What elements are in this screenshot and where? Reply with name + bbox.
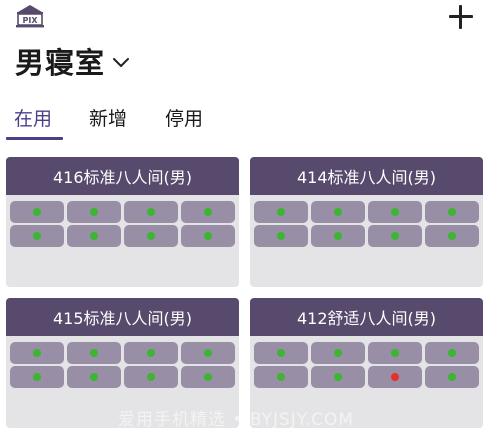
bed-slot[interactable] xyxy=(67,201,121,223)
bed-slot[interactable] xyxy=(254,366,308,388)
add-icon[interactable] xyxy=(446,2,476,32)
bed-slot[interactable] xyxy=(425,342,479,364)
chevron-down-icon xyxy=(113,58,130,67)
bed-status-indicator xyxy=(90,232,98,240)
bed-slot[interactable] xyxy=(181,201,235,223)
bed-slot[interactable] xyxy=(254,342,308,364)
bed-status-indicator xyxy=(334,349,342,357)
room-card[interactable]: 414标准八人间(男) xyxy=(250,157,483,287)
room-card[interactable]: 416标准八人间(男) xyxy=(6,157,239,287)
bed-slot[interactable] xyxy=(425,201,479,223)
bed-status-indicator xyxy=(391,208,399,216)
bed-slot[interactable] xyxy=(67,366,121,388)
bed-status-indicator xyxy=(147,373,155,381)
bed-status-indicator xyxy=(448,349,456,357)
bed-slot[interactable] xyxy=(124,342,178,364)
bed-status-indicator xyxy=(90,373,98,381)
bed-status-indicator xyxy=(147,232,155,240)
bed-slot[interactable] xyxy=(368,201,422,223)
room-title: 414标准八人间(男) xyxy=(250,157,483,195)
status-tabs: 在用 新增 停用 xyxy=(0,104,494,140)
bed-status-indicator xyxy=(391,373,399,381)
room-title: 415标准八人间(男) xyxy=(6,298,239,336)
bed-slot[interactable] xyxy=(10,225,64,247)
bed-status-indicator xyxy=(334,208,342,216)
bed-slot[interactable] xyxy=(254,201,308,223)
tab-in-use[interactable]: 在用 xyxy=(14,104,52,131)
bed-slot[interactable] xyxy=(10,342,64,364)
bed-status-indicator xyxy=(277,232,285,240)
bed-slot[interactable] xyxy=(368,342,422,364)
bed-status-indicator xyxy=(204,208,212,216)
bed-status-indicator xyxy=(33,232,41,240)
bed-status-indicator xyxy=(90,349,98,357)
bed-slot[interactable] xyxy=(254,225,308,247)
bed-slot[interactable] xyxy=(368,366,422,388)
bed-status-indicator xyxy=(334,373,342,381)
bed-slot[interactable] xyxy=(124,201,178,223)
bed-slot[interactable] xyxy=(124,366,178,388)
bed-slot[interactable] xyxy=(10,366,64,388)
bed-status-indicator xyxy=(147,208,155,216)
bed-status-indicator xyxy=(204,349,212,357)
bed-slot[interactable] xyxy=(311,201,365,223)
bed-slot[interactable] xyxy=(425,225,479,247)
bed-slot[interactable] xyxy=(67,342,121,364)
bed-status-indicator xyxy=(33,373,41,381)
bed-status-indicator xyxy=(33,349,41,357)
tab-disabled[interactable]: 停用 xyxy=(165,104,203,131)
bed-slot[interactable] xyxy=(368,225,422,247)
bed-slot[interactable] xyxy=(124,225,178,247)
bed-slot[interactable] xyxy=(425,366,479,388)
bed-status-indicator xyxy=(277,349,285,357)
room-title: 416标准八人间(男) xyxy=(6,157,239,195)
bed-status-indicator xyxy=(33,208,41,216)
bed-slot[interactable] xyxy=(10,201,64,223)
tab-underline xyxy=(6,137,63,140)
bed-status-indicator xyxy=(204,232,212,240)
bed-status-indicator xyxy=(204,373,212,381)
tab-new[interactable]: 新增 xyxy=(89,104,127,131)
bed-status-indicator xyxy=(334,232,342,240)
bed-status-indicator xyxy=(448,232,456,240)
dorm-selector[interactable]: 男寝室 xyxy=(15,40,131,82)
bed-slot[interactable] xyxy=(181,225,235,247)
bed-status-indicator xyxy=(448,373,456,381)
bed-status-indicator xyxy=(277,373,285,381)
bed-status-indicator xyxy=(391,232,399,240)
bed-slot[interactable] xyxy=(311,225,365,247)
bed-status-indicator xyxy=(277,208,285,216)
bed-status-indicator xyxy=(391,349,399,357)
page-title: 男寝室 xyxy=(15,46,106,80)
bed-slot[interactable] xyxy=(181,342,235,364)
bed-slot[interactable] xyxy=(181,366,235,388)
logo-text: PIX xyxy=(22,16,38,25)
bed-slot[interactable] xyxy=(311,342,365,364)
app-logo: PIX xyxy=(16,5,44,28)
room-title: 412舒适八人间(男) xyxy=(250,298,483,336)
bed-slot[interactable] xyxy=(311,366,365,388)
bed-slot[interactable] xyxy=(67,225,121,247)
bed-status-indicator xyxy=(90,208,98,216)
bed-status-indicator xyxy=(147,349,155,357)
watermark: 爱用手机精选 • BYJSJY.COM xyxy=(118,410,355,430)
bed-status-indicator xyxy=(448,208,456,216)
